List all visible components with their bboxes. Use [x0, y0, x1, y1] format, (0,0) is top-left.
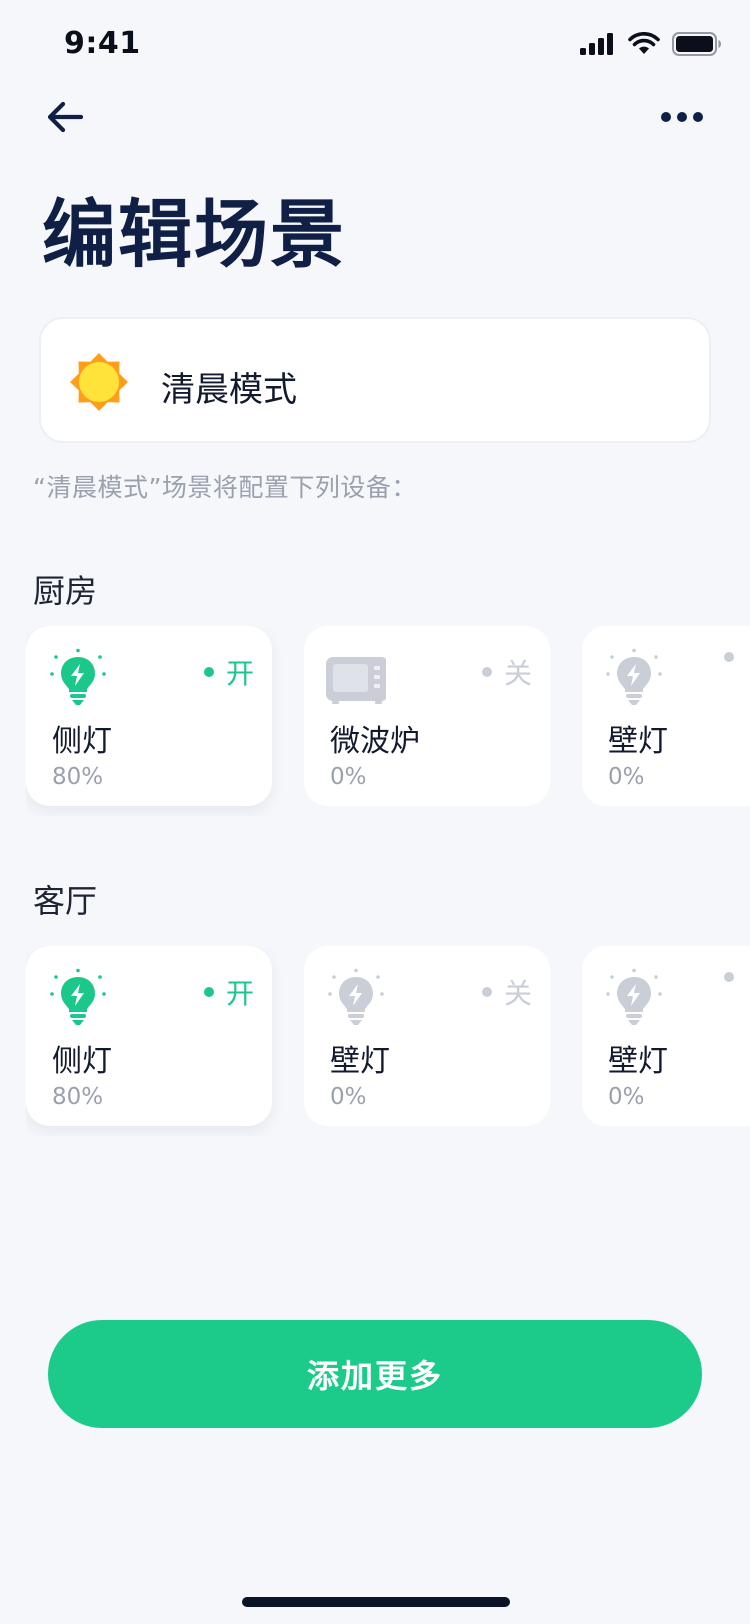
arrow-left-icon	[47, 101, 84, 133]
device-status: 关	[481, 652, 532, 692]
device-card-side-light[interactable]: 开 侧灯 80%	[26, 946, 272, 1126]
device-name: 侧灯	[52, 724, 112, 759]
scene-description: “清晨模式”场景将配置下列设备：	[33, 473, 417, 502]
section-title-living-room: 客厅	[33, 882, 98, 920]
status-dot	[724, 972, 734, 982]
device-name: 侧灯	[52, 1044, 112, 1079]
device-status	[724, 652, 746, 662]
cellular-signal-icon	[580, 33, 613, 55]
device-status: 关	[481, 972, 532, 1012]
device-status: 开	[203, 972, 254, 1012]
device-name: 壁灯	[330, 1044, 390, 1079]
device-value: 0%	[608, 1084, 645, 1110]
status-label: 开	[225, 657, 254, 690]
bulb-icon	[606, 648, 662, 705]
back-button[interactable]	[40, 92, 90, 142]
bulb-icon	[50, 968, 106, 1025]
scene-name-card[interactable]: 清晨模式	[39, 317, 711, 443]
device-value: 0%	[608, 764, 645, 790]
status-time: 9:41	[64, 26, 141, 61]
device-name: 微波炉	[330, 724, 420, 759]
device-value: 80%	[52, 764, 104, 790]
more-dots-icon	[661, 112, 703, 122]
device-card-wall-light[interactable]: 关 壁灯 0%	[304, 946, 550, 1126]
status-dot	[203, 667, 214, 677]
device-card-wall-light[interactable]: 壁灯 0%	[582, 946, 750, 1126]
bulb-icon	[50, 648, 106, 705]
scene-name: 清晨模式	[161, 370, 297, 410]
device-card-side-light[interactable]: 开 侧灯 80%	[26, 626, 272, 806]
sun-icon	[70, 353, 128, 411]
page-title: 编辑场景	[42, 192, 346, 278]
bulb-icon	[606, 968, 662, 1025]
add-more-button[interactable]: 添加更多	[48, 1320, 702, 1428]
status-bar: 9:41	[0, 0, 750, 90]
device-status	[724, 972, 746, 982]
bulb-icon	[328, 968, 384, 1025]
device-card-wall-light[interactable]: 壁灯 0%	[582, 626, 750, 806]
microwave-icon	[326, 657, 386, 704]
more-options-button[interactable]	[656, 95, 708, 139]
device-value: 0%	[330, 764, 367, 790]
device-row-kitchen[interactable]: 开 侧灯 80% 关 微波炉 0% 壁灯 0%	[26, 626, 750, 816]
status-dot	[203, 987, 214, 997]
status-dot	[481, 667, 492, 677]
status-label: 关	[503, 977, 532, 1010]
device-value: 0%	[330, 1084, 367, 1110]
status-dot	[724, 652, 734, 662]
wifi-icon	[628, 32, 660, 54]
status-label: 关	[503, 657, 532, 690]
home-indicator	[242, 1597, 510, 1607]
status-dot	[481, 987, 492, 997]
device-name: 壁灯	[608, 724, 668, 759]
device-status: 开	[203, 652, 254, 692]
status-icons	[580, 32, 722, 56]
status-label: 开	[225, 977, 254, 1010]
device-card-microwave[interactable]: 关 微波炉 0%	[304, 626, 550, 806]
device-name: 壁灯	[608, 1044, 668, 1079]
battery-icon	[672, 32, 721, 56]
device-row-living-room[interactable]: 开 侧灯 80% 关 壁灯 0% 壁灯 0%	[26, 946, 750, 1136]
section-title-kitchen: 厨房	[33, 572, 98, 610]
device-value: 80%	[52, 1084, 104, 1110]
